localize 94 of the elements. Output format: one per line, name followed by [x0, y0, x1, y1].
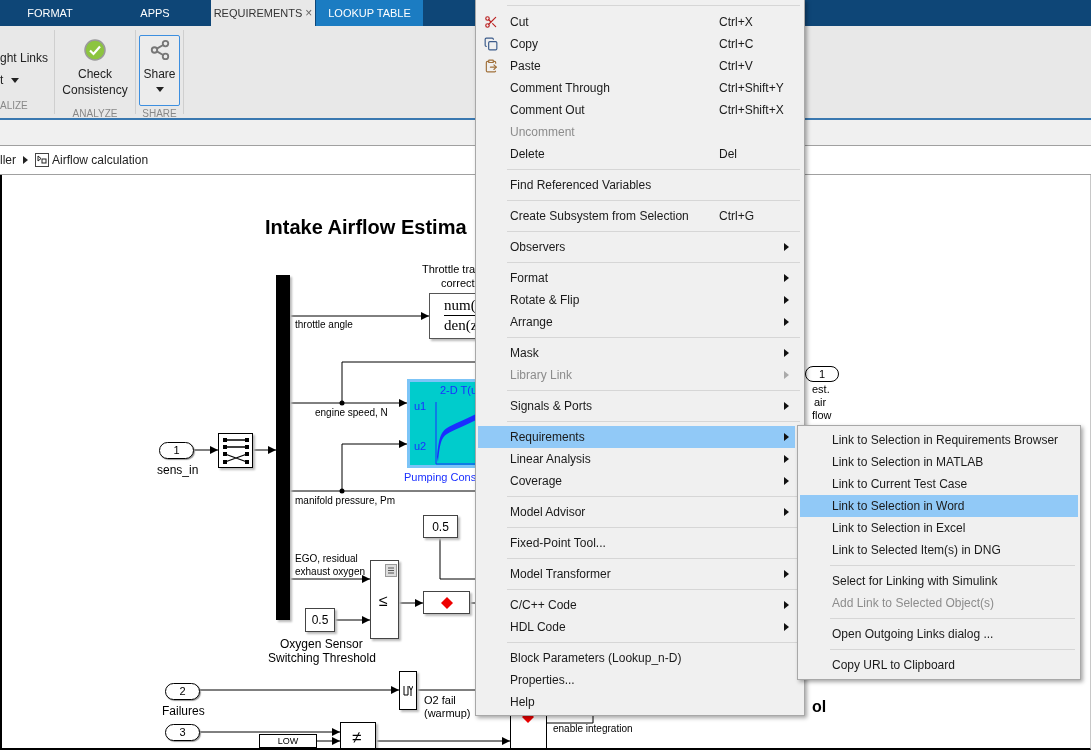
signal-label: engine speed, N — [315, 406, 388, 420]
ribbon-tab[interactable]: REQUIREMENTS × — [211, 0, 315, 26]
menu-item[interactable]: Select for Linking with Simulink — [800, 570, 1078, 592]
menu-item[interactable]: Properties... — [478, 669, 795, 691]
menu-item[interactable]: Link to Selection in Word — [800, 495, 1078, 517]
close-icon[interactable]: × — [305, 4, 313, 22]
section-title: SHARE — [142, 107, 177, 121]
block-name: Pumping Cons — [404, 470, 477, 485]
constant-block: 0.5 — [423, 515, 458, 538]
constant-block: LOW — [259, 734, 317, 748]
menu-item[interactable]: Cut Ctrl+X — [478, 11, 795, 33]
port-label: u2 — [414, 439, 427, 454]
signal-line — [398, 599, 424, 607]
menu-item[interactable]: Model Transformer — [478, 563, 795, 585]
operator-symbol: ≠ — [352, 727, 362, 748]
operator-symbol: ≤ — [379, 591, 388, 611]
junction-dot — [339, 488, 345, 494]
signal-line — [334, 616, 371, 624]
menu-item[interactable]: Signals & Ports — [478, 395, 795, 417]
menu-item[interactable]: Comment Out Ctrl+Shift+X — [478, 99, 795, 121]
outport-block: 1 — [805, 366, 839, 382]
port-name: flow — [812, 409, 832, 422]
separator-icon — [23, 156, 28, 164]
menu-item[interactable]: Linear Analysis — [478, 448, 795, 470]
junction-dot — [339, 400, 345, 406]
breadcrumb-link[interactable]: ller — [0, 151, 16, 169]
menu-item[interactable]: Format — [478, 267, 795, 289]
subsystem-icon — [35, 153, 49, 167]
block-label: Switching Threshold — [268, 651, 376, 667]
ribbon-tab[interactable]: FORMAT — [0, 0, 100, 26]
menu-item[interactable]: Coverage — [478, 470, 795, 492]
step-icon — [403, 684, 413, 697]
menu-item[interactable]: Copy Ctrl+C — [478, 33, 795, 55]
constant-block: 0.5 — [305, 608, 335, 632]
menu-item[interactable]: Paste Ctrl+V — [478, 55, 795, 77]
inport-block: 3 — [165, 724, 200, 741]
check-consistency-button[interactable]: Check Consistency — [58, 35, 132, 106]
menu-item[interactable]: Arrange — [478, 311, 795, 333]
document-icon — [385, 564, 397, 577]
check-circle-icon — [84, 39, 106, 61]
menu-item[interactable]: C/C++ Code — [478, 594, 795, 616]
breadcrumb-link[interactable]: Airflow calculation — [52, 151, 149, 169]
menu-item[interactable]: Link to Current Test Case — [800, 473, 1078, 495]
diamond-icon — [440, 596, 453, 609]
signal-label: throttle angle — [295, 318, 353, 332]
copy-icon — [484, 37, 498, 51]
menu-item[interactable]: Model Advisor — [478, 501, 795, 523]
ribbon-button[interactable]: t — [0, 74, 49, 86]
menu-item[interactable]: Open Outgoing Links dialog ... — [800, 623, 1078, 645]
diagram-title: Intake Airflow Estima — [265, 215, 467, 240]
menu-item[interactable]: Link to Selection in Requirements Browser — [800, 429, 1078, 451]
menu-item[interactable]: Help — [478, 691, 795, 713]
menu-item[interactable]: Observers — [478, 236, 795, 258]
menu-item[interactable]: Link to Selected Item(s) in DNG — [800, 539, 1078, 561]
menu-item[interactable]: Requirements — [478, 426, 795, 448]
menu-item[interactable]: Mask — [478, 342, 795, 364]
menu-item[interactable]: Create Subsystem from Selection Ctrl+G — [478, 205, 795, 227]
block-label: (warmup) — [424, 706, 471, 721]
ribbon-tab[interactable]: LOOKUP TABLE — [316, 0, 423, 26]
block-label: O2 fail — [424, 693, 456, 708]
section-title: ANALYZE — [72, 107, 118, 121]
ribbon-tab[interactable]: APPS — [100, 0, 210, 26]
cut-icon — [484, 15, 498, 29]
menu-item[interactable]: Link to Selection in MATLAB — [800, 451, 1078, 473]
paste-icon — [484, 59, 498, 73]
block-label: correct — [441, 276, 475, 291]
menu-item[interactable]: HDL Code — [478, 616, 795, 638]
signal-label: exhaust oxygen — [295, 565, 366, 579]
port-name: sens_in — [157, 462, 199, 479]
ribbon-button[interactable]: ght Links — [0, 52, 49, 64]
port-name: air — [814, 396, 827, 409]
menu-item[interactable]: Block Parameters (Lookup_n-D) — [478, 647, 795, 669]
port-label: u1 — [414, 399, 427, 414]
share-icon — [148, 39, 171, 61]
menu-item[interactable]: Link to Selection in Excel — [800, 517, 1078, 539]
block-label: Throttle tra — [422, 262, 476, 277]
signal-label: manifold pressure, Pm — [295, 494, 396, 508]
block-label: Oxygen Sensor — [280, 636, 363, 653]
inport-block: 2 — [165, 683, 200, 700]
inport-block: 1 — [159, 442, 194, 459]
menu-item[interactable]: Comment Through Ctrl+Shift+Y — [478, 77, 795, 99]
signal-label: EGO, residual — [295, 552, 358, 566]
port-name: est. — [812, 383, 830, 396]
menu-item[interactable]: Rotate & Flip — [478, 289, 795, 311]
port-name: Failures — [162, 703, 205, 720]
menu-item[interactable]: Fixed-Point Tool... — [478, 532, 795, 554]
menu-item[interactable]: Delete Del — [478, 143, 795, 165]
area-title: ol — [812, 697, 827, 717]
section-title: ALIZE — [0, 99, 28, 113]
share-button[interactable]: Share — [139, 35, 180, 106]
menu-item[interactable]: Find Referenced Variables — [478, 174, 795, 196]
denominator-text: den(z — [444, 316, 478, 335]
signal-label: enable integration — [553, 722, 633, 736]
menu-item[interactable]: Copy URL to Clipboard — [800, 654, 1078, 676]
